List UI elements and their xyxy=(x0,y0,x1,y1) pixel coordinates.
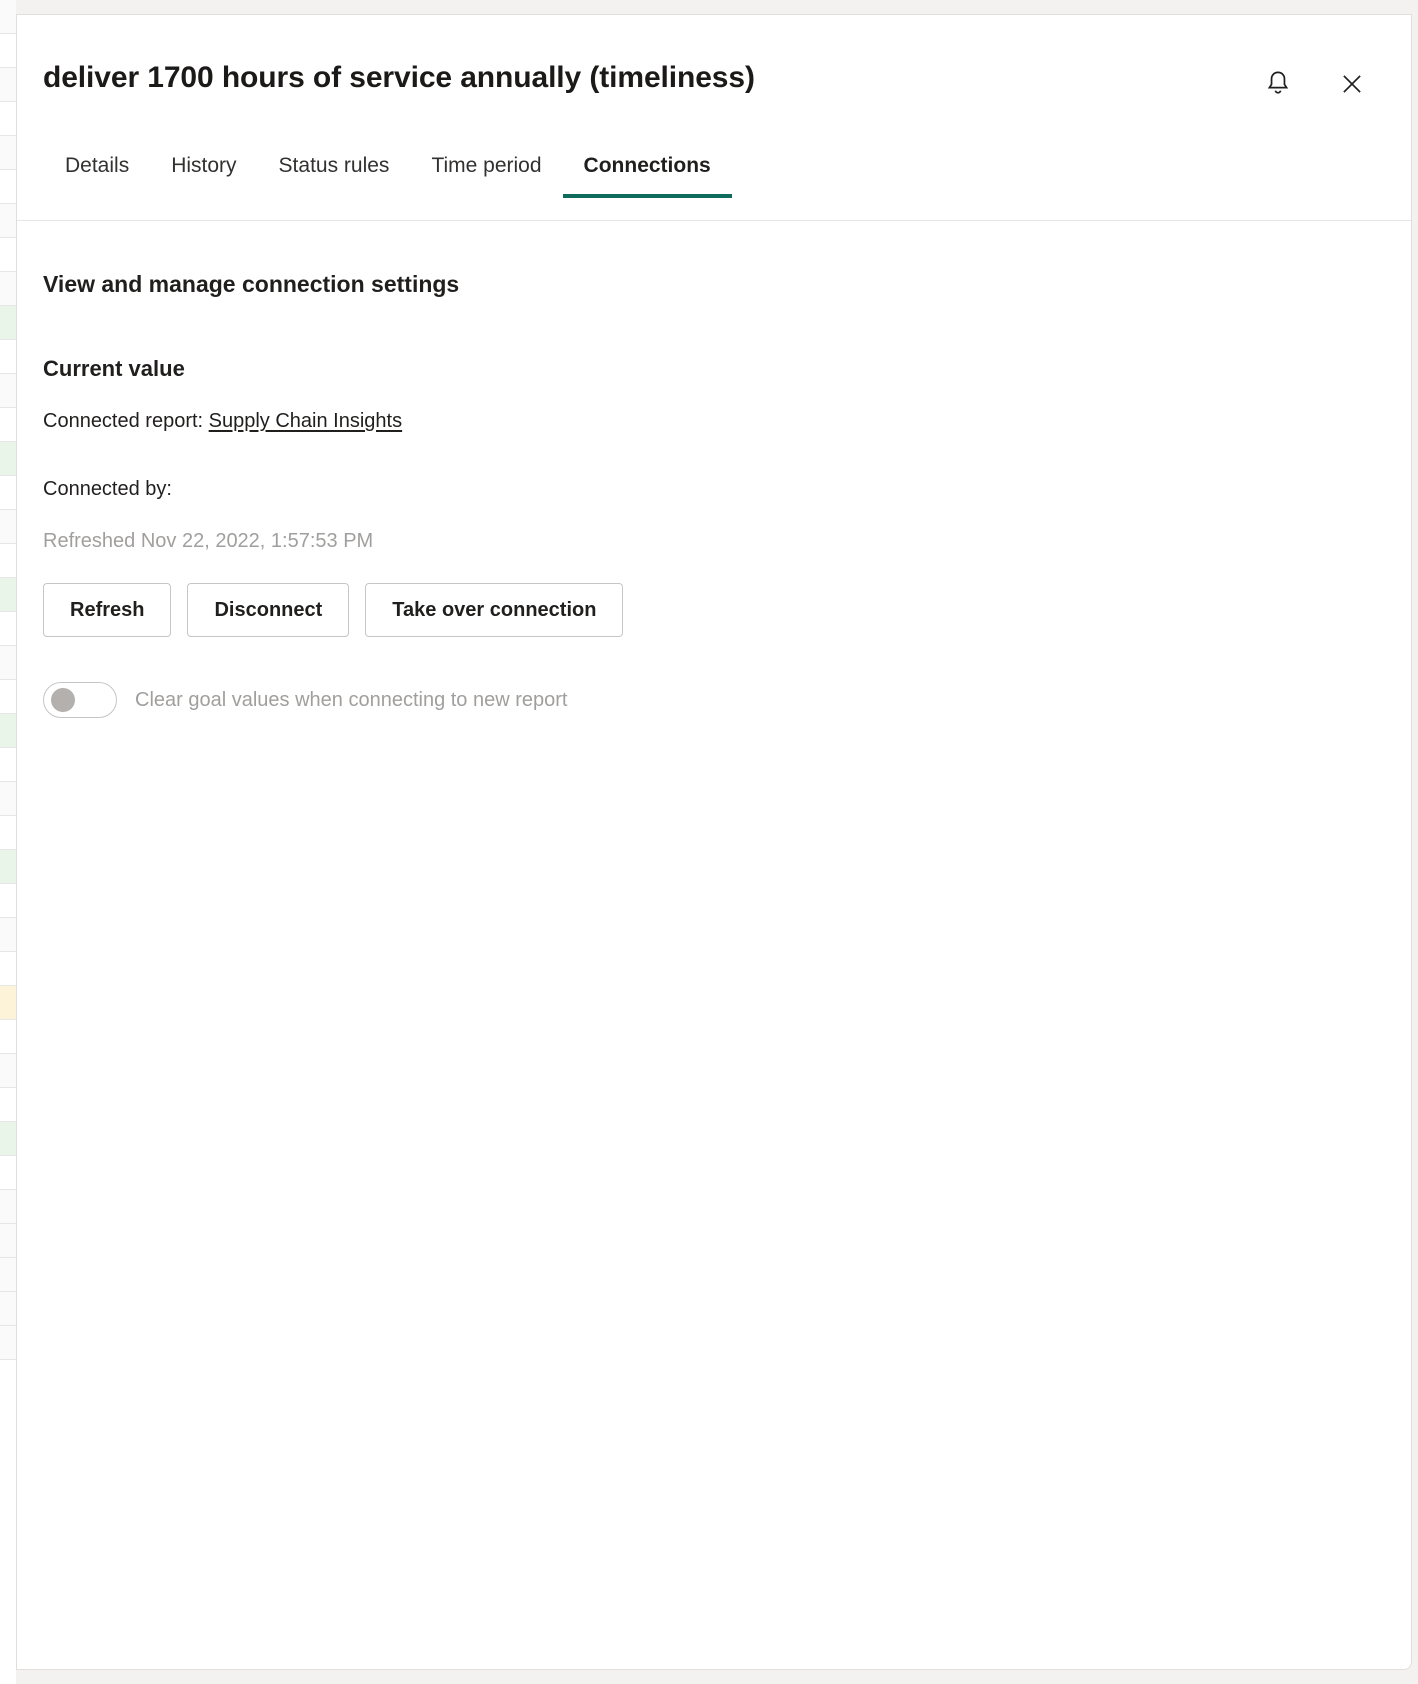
background-grid-row xyxy=(0,1156,16,1190)
connected-by-label: Connected by: xyxy=(43,478,172,500)
panel-body: View and manage connection settings Curr… xyxy=(17,221,1411,718)
connection-action-buttons: Refresh Disconnect Take over connection xyxy=(43,583,1385,637)
background-grid-row xyxy=(0,748,16,782)
background-scorecard-grid xyxy=(0,0,16,1684)
refreshed-timestamp: Refreshed Nov 22, 2022, 1:57:53 PM xyxy=(43,530,374,552)
background-grid-row xyxy=(0,1258,16,1292)
background-grid-row xyxy=(0,578,16,612)
background-grid-row xyxy=(0,204,16,238)
background-grid-row xyxy=(0,646,16,680)
background-grid-row xyxy=(0,272,16,306)
header-actions xyxy=(1261,67,1369,101)
background-grid-row xyxy=(0,816,16,850)
background-grid-row xyxy=(0,136,16,170)
connected-report-row: Connected report: Supply Chain Insights xyxy=(43,408,1385,434)
connected-report-label: Connected report: xyxy=(43,410,209,432)
background-grid-row xyxy=(0,1326,16,1360)
background-grid-row xyxy=(0,1224,16,1258)
page-title: deliver 1700 hours of service annually (… xyxy=(43,61,755,94)
background-grid-row xyxy=(0,918,16,952)
background-grid-row xyxy=(0,102,16,136)
background-grid-row xyxy=(0,408,16,442)
clear-goal-values-row: Clear goal values when connecting to new… xyxy=(43,682,1385,718)
tab-connections[interactable]: Connections xyxy=(562,153,732,198)
background-grid-row xyxy=(0,340,16,374)
background-grid-row xyxy=(0,238,16,272)
panel-header: deliver 1700 hours of service annually (… xyxy=(17,15,1411,221)
background-grid-row xyxy=(0,1020,16,1054)
background-grid-row xyxy=(0,850,16,884)
background-grid-row xyxy=(0,1122,16,1156)
take-over-connection-button[interactable]: Take over connection xyxy=(365,583,624,637)
tab-bar-divider xyxy=(17,220,1411,221)
tab-history[interactable]: History xyxy=(150,153,257,198)
section-heading: View and manage connection settings xyxy=(43,271,460,297)
current-value-heading: Current value xyxy=(43,356,185,381)
background-grid-row xyxy=(0,442,16,476)
background-grid-row xyxy=(0,952,16,986)
background-grid-row xyxy=(0,1054,16,1088)
disconnect-button[interactable]: Disconnect xyxy=(187,583,350,637)
clear-goal-values-toggle[interactable] xyxy=(43,682,117,718)
background-grid-row xyxy=(0,34,16,68)
background-grid-row xyxy=(0,510,16,544)
background-grid-row xyxy=(0,884,16,918)
refresh-button[interactable]: Refresh xyxy=(43,583,172,637)
connected-report-link[interactable]: Supply Chain Insights xyxy=(209,410,402,432)
background-grid-row xyxy=(0,374,16,408)
background-grid-row xyxy=(0,782,16,816)
background-grid-row xyxy=(0,476,16,510)
background-grid-row xyxy=(0,612,16,646)
close-icon[interactable] xyxy=(1335,67,1369,101)
bell-icon[interactable] xyxy=(1261,67,1295,101)
background-grid-row xyxy=(0,306,16,340)
background-grid-row xyxy=(0,714,16,748)
background-grid-row xyxy=(0,1292,16,1326)
tab-status-rules[interactable]: Status rules xyxy=(258,153,411,198)
background-grid-row xyxy=(0,986,16,1020)
background-grid-row xyxy=(0,68,16,102)
background-grid-row xyxy=(0,0,16,34)
background-grid-row xyxy=(0,1190,16,1224)
tab-details[interactable]: Details xyxy=(43,153,150,198)
toggle-knob xyxy=(51,688,75,712)
background-grid-row xyxy=(0,170,16,204)
background-grid-row xyxy=(0,544,16,578)
clear-goal-values-label: Clear goal values when connecting to new… xyxy=(135,689,568,711)
background-grid-row xyxy=(0,680,16,714)
background-grid-row xyxy=(0,1088,16,1122)
connections-flyout-panel: deliver 1700 hours of service annually (… xyxy=(16,14,1412,1670)
tab-bar: Details History Status rules Time period… xyxy=(43,153,732,198)
tab-time-period[interactable]: Time period xyxy=(410,153,562,198)
